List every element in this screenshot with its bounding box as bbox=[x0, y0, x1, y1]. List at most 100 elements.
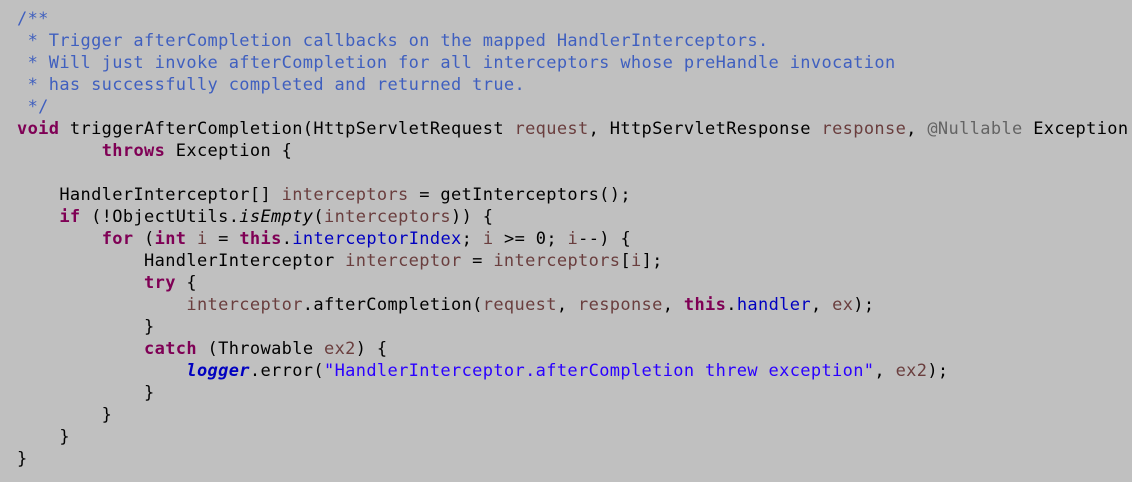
code-token: handler bbox=[736, 295, 811, 315]
code-token: Exception { bbox=[165, 141, 293, 161]
code-token: int bbox=[154, 229, 187, 249]
code-line: } bbox=[17, 382, 155, 404]
code-token: * Will just invoke afterCompletion for a… bbox=[17, 53, 896, 73]
code-token: interceptor bbox=[345, 251, 462, 271]
code-line: } bbox=[17, 448, 28, 470]
code-token: "HandlerInterceptor.afterCompletion thre… bbox=[323, 361, 875, 381]
code-token: this bbox=[683, 295, 727, 315]
code-token: interceptors bbox=[493, 251, 621, 271]
code-token: , bbox=[874, 361, 896, 381]
code-token: */ bbox=[17, 97, 49, 117]
code-token: triggerAfterCompletion(HttpServletReques… bbox=[59, 119, 515, 139]
code-token: } bbox=[17, 383, 155, 403]
code-token: interceptors bbox=[281, 185, 409, 205]
code-token: = bbox=[207, 229, 240, 249]
code-token: [ bbox=[620, 251, 631, 271]
code-line: if (!ObjectUtils.isEmpty(interceptors)) … bbox=[17, 206, 493, 228]
code-line: logger.error("HandlerInterceptor.afterCo… bbox=[17, 360, 949, 382]
code-token: interceptorIndex bbox=[292, 229, 462, 249]
code-token: try bbox=[144, 273, 176, 293]
code-line: catch (Throwable ex2) { bbox=[17, 338, 388, 360]
code-line: } bbox=[17, 426, 70, 448]
code-token: HandlerInterceptor[] bbox=[17, 185, 282, 205]
code-token: (!ObjectUtils. bbox=[80, 207, 240, 227]
code-token: interceptor bbox=[186, 295, 303, 315]
code-line: HandlerInterceptor interceptor = interce… bbox=[17, 250, 663, 272]
code-line: * Will just invoke afterCompletion for a… bbox=[17, 52, 896, 74]
code-token: interceptors bbox=[324, 207, 452, 227]
code-token: i bbox=[196, 229, 208, 249]
code-token: } bbox=[17, 405, 113, 425]
code-token: { bbox=[175, 273, 197, 293]
code-token: . bbox=[726, 295, 737, 315]
code-token: , bbox=[810, 295, 833, 315]
code-line: * has successfully completed and returne… bbox=[17, 74, 525, 96]
code-token: if bbox=[59, 207, 81, 227]
code-token: .afterCompletion( bbox=[302, 295, 483, 315]
code-line: } bbox=[17, 316, 155, 338]
code-token: . bbox=[281, 229, 293, 249]
code-token: request bbox=[514, 119, 589, 139]
code-token: * Trigger afterCompletion callbacks on t… bbox=[17, 31, 769, 51]
code-token: ex2 bbox=[895, 361, 928, 381]
code-line: throws Exception { bbox=[17, 140, 292, 162]
code-token: ) { bbox=[355, 339, 388, 359]
code-token: throws bbox=[101, 141, 166, 161]
code-token: = bbox=[461, 251, 494, 271]
code-token: --) { bbox=[578, 229, 632, 249]
code-token: } bbox=[17, 317, 155, 337]
code-token: )) { bbox=[451, 207, 494, 227]
code-token: ( bbox=[133, 229, 155, 249]
code-token: HandlerInterceptor bbox=[17, 251, 346, 271]
code-token: >= 0; bbox=[493, 229, 568, 249]
code-token: ); bbox=[927, 361, 949, 381]
code-token: * has successfully completed and returne… bbox=[17, 75, 526, 95]
code-editor[interactable]: /** * Trigger afterCompletion callbacks … bbox=[0, 0, 1132, 482]
code-token: i bbox=[567, 229, 579, 249]
code-line: } bbox=[17, 404, 112, 426]
code-token: this bbox=[239, 229, 282, 249]
code-token: ]; bbox=[641, 251, 663, 271]
code-token: ex2 bbox=[324, 339, 356, 359]
code-token: request bbox=[482, 295, 557, 315]
code-token: response bbox=[821, 119, 907, 139]
code-token: (Throwable bbox=[196, 339, 324, 359]
code-line: interceptor.afterCompletion(request, res… bbox=[17, 294, 874, 316]
code-token: logger bbox=[186, 361, 250, 381]
code-token: , bbox=[906, 119, 928, 139]
code-line: void triggerAfterCompletion(HttpServletR… bbox=[17, 118, 1132, 140]
code-token: i bbox=[482, 229, 494, 249]
code-token: = getInterceptors(); bbox=[408, 185, 631, 205]
code-token: response bbox=[578, 295, 663, 315]
code-token: , bbox=[556, 295, 579, 315]
code-line: try { bbox=[17, 272, 197, 294]
code-token: ( bbox=[313, 207, 324, 227]
code-token: , bbox=[662, 295, 684, 315]
code-token: .error( bbox=[249, 361, 324, 381]
code-token: ); bbox=[853, 295, 875, 315]
code-token: @Nullable bbox=[927, 119, 1023, 139]
code-line: */ bbox=[17, 96, 49, 118]
code-token: Exception bbox=[1022, 119, 1132, 139]
code-line: HandlerInterceptor[] interceptors = getI… bbox=[17, 184, 631, 206]
code-line: * Trigger afterCompletion callbacks on t… bbox=[17, 30, 769, 52]
code-token: isEmpty bbox=[239, 207, 314, 227]
code-token: i bbox=[630, 251, 642, 271]
code-token: /** bbox=[17, 9, 49, 29]
code-token: for bbox=[101, 229, 134, 249]
code-token: ; bbox=[461, 229, 483, 249]
code-token: , HttpServletResponse bbox=[588, 119, 822, 139]
code-token: catch bbox=[144, 339, 197, 359]
code-token: } bbox=[17, 449, 28, 469]
code-line: for (int i = this.interceptorIndex; i >=… bbox=[17, 228, 631, 250]
code-token: ex bbox=[832, 295, 854, 315]
code-line: /** bbox=[17, 8, 49, 30]
